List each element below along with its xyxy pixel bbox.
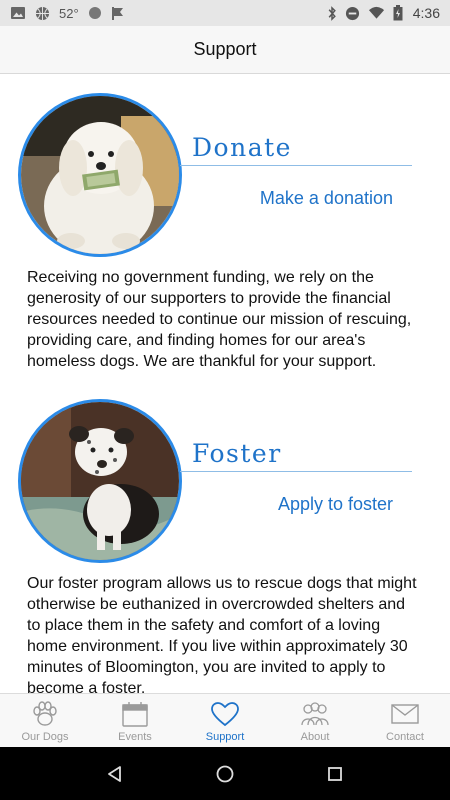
wifi-icon xyxy=(368,6,385,20)
tab-support[interactable]: Support xyxy=(180,694,270,747)
donate-dog-photo xyxy=(18,93,182,257)
tab-our-dogs[interactable]: Our Dogs xyxy=(0,694,90,747)
recents-square-icon xyxy=(328,766,342,781)
basketball-icon xyxy=(35,6,50,21)
people-icon xyxy=(300,700,330,728)
envelope-icon xyxy=(390,700,420,728)
foster-dog-photo xyxy=(18,399,182,563)
photo-icon xyxy=(10,6,26,20)
circle-icon xyxy=(88,6,102,20)
calendar-icon xyxy=(121,700,149,728)
tab-label: Events xyxy=(118,731,152,743)
home-button[interactable] xyxy=(205,754,245,794)
tab-label: Support xyxy=(205,731,245,743)
paw-icon xyxy=(31,700,59,728)
tab-contact[interactable]: Contact xyxy=(360,694,450,747)
battery-icon xyxy=(393,5,403,21)
back-triangle-icon xyxy=(108,765,121,782)
tab-label: Our Dogs xyxy=(21,731,69,743)
flag-icon xyxy=(111,6,125,21)
bluetooth-icon xyxy=(327,5,337,21)
divider xyxy=(180,165,412,166)
tab-bar: Our Dogs Events Support About Contact xyxy=(0,693,450,747)
temperature: 52° xyxy=(59,5,79,21)
apply-to-foster-link[interactable]: Apply to foster xyxy=(278,494,393,515)
foster-heading: Foster xyxy=(192,439,282,468)
system-navigation-bar xyxy=(0,747,450,800)
clock: 4:36 xyxy=(412,5,440,21)
home-circle-icon xyxy=(216,765,234,782)
back-button[interactable] xyxy=(95,754,135,794)
support-content[interactable]: Donate Make a donation Receiving no gove… xyxy=(0,75,450,693)
app-screen: 52° 4:36 Support Donate Make a donation … xyxy=(0,0,450,800)
tab-events[interactable]: Events xyxy=(90,694,180,747)
status-bar: 52° 4:36 xyxy=(0,0,450,26)
tab-label: Contact xyxy=(386,731,424,743)
heart-icon xyxy=(210,700,240,728)
divider xyxy=(180,471,412,472)
make-donation-link[interactable]: Make a donation xyxy=(260,188,393,209)
donate-description: Receiving no government funding, we rely… xyxy=(27,269,412,370)
tab-about[interactable]: About xyxy=(270,694,360,747)
foster-description: Our foster program allows us to rescue d… xyxy=(27,575,417,693)
donate-heading: Donate xyxy=(192,133,292,162)
tab-label: About xyxy=(300,731,330,743)
do-not-disturb-icon xyxy=(345,6,360,21)
app-header: Support xyxy=(0,26,450,74)
recents-button[interactable] xyxy=(315,754,355,794)
page-title: Support xyxy=(193,39,257,59)
